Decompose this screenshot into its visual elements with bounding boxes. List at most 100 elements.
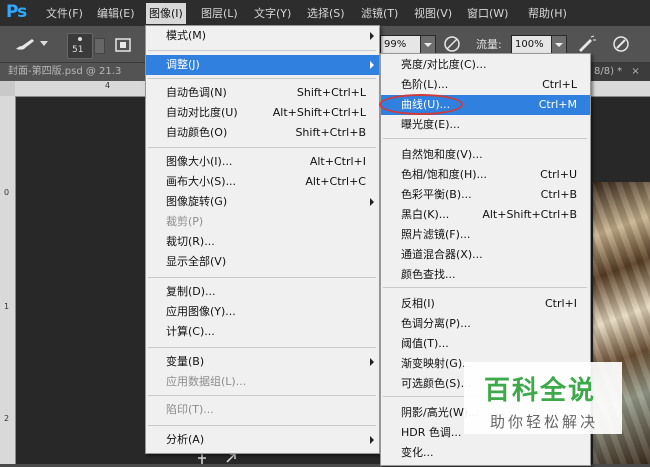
image-menu-item[interactable]: 自动颜色(O) Shift+Ctrl+B xyxy=(146,123,379,143)
menu-image[interactable]: 图像(I) xyxy=(146,3,186,24)
adjust-menu-item[interactable]: 颜色查找... xyxy=(381,265,590,285)
brush-picker-dropdown[interactable] xyxy=(94,38,105,54)
adjust-menu-item[interactable]: 色调分离(P)... xyxy=(381,314,590,334)
image-menu-item-label: 复制(D)... xyxy=(166,285,216,298)
menu-separator xyxy=(383,287,587,288)
image-menu-item[interactable]: 应用图像(Y)... xyxy=(146,302,379,322)
adjust-menu-item[interactable]: 色阶(L)... Ctrl+L xyxy=(381,75,590,95)
image-menu-item[interactable]: 自动对比度(U) Alt+Shift+Ctrl+L xyxy=(146,103,379,123)
image-menu-item[interactable]: 画布大小(S)... Alt+Ctrl+C xyxy=(146,172,379,192)
adjust-menu-item[interactable]: 色相/饱和度(H)... Ctrl+U xyxy=(381,165,590,185)
image-menu-item-label: 图像大小(I)... xyxy=(166,155,233,168)
menu-window[interactable]: 窗口(W) xyxy=(464,5,511,22)
menu-separator xyxy=(148,425,376,426)
adjust-menu-item[interactable]: 照片滤镜(F)... xyxy=(381,225,590,245)
adjust-menu-item[interactable]: 通道混合器(X)... xyxy=(381,245,590,265)
adjust-menu-item[interactable]: 黑白(K)... Alt+Shift+Ctrl+B xyxy=(381,205,590,225)
opacity-dropdown[interactable] xyxy=(420,35,436,54)
adjust-menu-item-label: 黑白(K)... xyxy=(401,208,450,221)
image-menu-item-shortcut: Alt+Ctrl+I xyxy=(309,155,366,168)
image-menu-item[interactable]: 图像大小(I)... Alt+Ctrl+I xyxy=(146,152,379,172)
adjust-menu-item-label: HDR 色调... xyxy=(401,426,462,439)
vertical-ruler: 0 1 2 xyxy=(0,96,16,464)
adjust-menu-item-label: 色彩平衡(B)... xyxy=(401,188,472,201)
chevron-down-icon[interactable] xyxy=(40,41,48,47)
adjust-menu-item[interactable]: 亮度/对比度(C)... xyxy=(381,55,590,75)
adjust-menu-item-label: 通道混合器(X)... xyxy=(401,248,483,261)
ruler-mark: 0 xyxy=(4,188,10,197)
menu-view[interactable]: 视图(V) xyxy=(411,5,455,22)
image-menu-item[interactable]: 调整(J) xyxy=(146,55,379,75)
adjust-menu-item-shortcut: Alt+Shift+Ctrl+B xyxy=(482,208,577,221)
brush-size-value: 51 xyxy=(72,45,84,55)
close-tab-icon[interactable]: × xyxy=(631,66,639,77)
menu-separator xyxy=(383,138,587,139)
image-menu-item-label: 分析(A) xyxy=(166,433,205,446)
image-menu-item[interactable]: 裁切(R)... xyxy=(146,232,379,252)
watermark-title: 百科全说 xyxy=(484,376,597,406)
annotation-ring xyxy=(379,94,463,115)
menu-edit[interactable]: 编辑(E) xyxy=(94,5,138,22)
brush-tool-icon[interactable] xyxy=(14,37,36,51)
adjust-menu-item-label: 反相(I) xyxy=(401,297,435,310)
menu-help[interactable]: 帮助(H) xyxy=(525,5,570,22)
menu-separator xyxy=(148,78,376,79)
photoshop-logo: Ps xyxy=(6,2,27,22)
image-menu-item[interactable]: 变量(B) xyxy=(146,352,379,372)
menu-file[interactable]: 文件(F) xyxy=(43,5,86,22)
flow-dropdown[interactable] xyxy=(551,35,567,54)
image-menu-item[interactable]: 图像旋转(G) xyxy=(146,192,379,212)
image-menu-item[interactable]: 模式(M) xyxy=(146,26,379,46)
image-menu-item-shortcut: Shift+Ctrl+B xyxy=(295,126,366,139)
image-menu-item: 裁剪(P) xyxy=(146,212,379,232)
adjust-menu-item-shortcut: Ctrl+L xyxy=(542,78,577,91)
image-menu-item-label: 自动色调(N) xyxy=(166,86,227,99)
adjust-menu-item[interactable]: 自然饱和度(V)... xyxy=(381,145,590,165)
airbrush-icon[interactable] xyxy=(576,34,596,54)
brush-size-picker[interactable]: 51 xyxy=(67,33,93,59)
image-menu-item[interactable]: 分析(A) xyxy=(146,430,379,450)
flow-label: 流量: xyxy=(476,38,502,51)
menu-separator xyxy=(148,277,376,278)
menu-layer[interactable]: 图层(L) xyxy=(198,5,241,22)
adjust-menu-item-label: 阈值(T)... xyxy=(401,337,449,350)
image-menu-item-label: 计算(C)... xyxy=(166,325,215,338)
ruler-mark: 4 xyxy=(105,81,111,90)
adjust-menu-item[interactable]: 色彩平衡(B)... Ctrl+B xyxy=(381,185,590,205)
image-menu-item-label: 显示全部(V) xyxy=(166,255,227,268)
pressure-opacity-icon[interactable] xyxy=(442,34,462,54)
adjust-menu-item-label: 自然饱和度(V)... xyxy=(401,148,483,161)
brush-panel-icon[interactable] xyxy=(114,36,132,54)
document-tab[interactable]: 封面-第四版.psd @ 21.3 xyxy=(0,63,148,81)
pressure-size-icon[interactable] xyxy=(611,34,631,54)
watermark-subtitle: 助你轻松解决 xyxy=(490,413,599,431)
adjust-menu-item-label: 色阶(L)... xyxy=(401,78,449,91)
adjust-menu-item-label: 色调分离(P)... xyxy=(401,317,471,330)
menu-filter[interactable]: 滤镜(T) xyxy=(358,5,401,22)
adjust-menu-item[interactable]: 变化... xyxy=(381,443,590,463)
flow-field[interactable]: 100% xyxy=(511,35,555,54)
opacity-field[interactable]: 99% xyxy=(380,35,422,54)
adjust-menu-item-shortcut: Ctrl+M xyxy=(538,98,577,111)
adjust-menu-item-shortcut: Ctrl+U xyxy=(540,168,577,181)
image-menu-item[interactable]: 自动色调(N) Shift+Ctrl+L xyxy=(146,83,379,103)
adjust-menu-item-label: 可选颜色(S)... xyxy=(401,377,472,390)
image-menu-item-label: 画布大小(S)... xyxy=(166,175,237,188)
adjust-menu-item[interactable]: 反相(I) Ctrl+I xyxy=(381,294,590,314)
menu-separator xyxy=(148,347,376,348)
image-menu-item[interactable]: 显示全部(V) xyxy=(146,252,379,272)
ruler-mark: 1 xyxy=(4,302,10,311)
ruler-mark: 2 xyxy=(4,414,10,423)
image-menu-item-shortcut: Alt+Shift+Ctrl+L xyxy=(272,106,366,119)
adjust-menu-item[interactable]: 曝光度(E)... xyxy=(381,115,590,135)
menu-type[interactable]: 文字(Y) xyxy=(251,5,294,22)
adjust-menu-item[interactable]: 阈值(T)... xyxy=(381,334,590,354)
menu-separator xyxy=(148,50,376,51)
image-menu-item-label: 裁切(R)... xyxy=(166,235,215,248)
image-menu-item[interactable]: 计算(C)... xyxy=(146,322,379,342)
image-menu-item-shortcut: Alt+Ctrl+C xyxy=(305,175,366,188)
document-tab-suffix: 8/8) * × xyxy=(594,63,640,81)
image-menu-item-label: 陷印(T)... xyxy=(166,403,214,416)
image-menu-item[interactable]: 复制(D)... xyxy=(146,282,379,302)
menu-select[interactable]: 选择(S) xyxy=(304,5,348,22)
